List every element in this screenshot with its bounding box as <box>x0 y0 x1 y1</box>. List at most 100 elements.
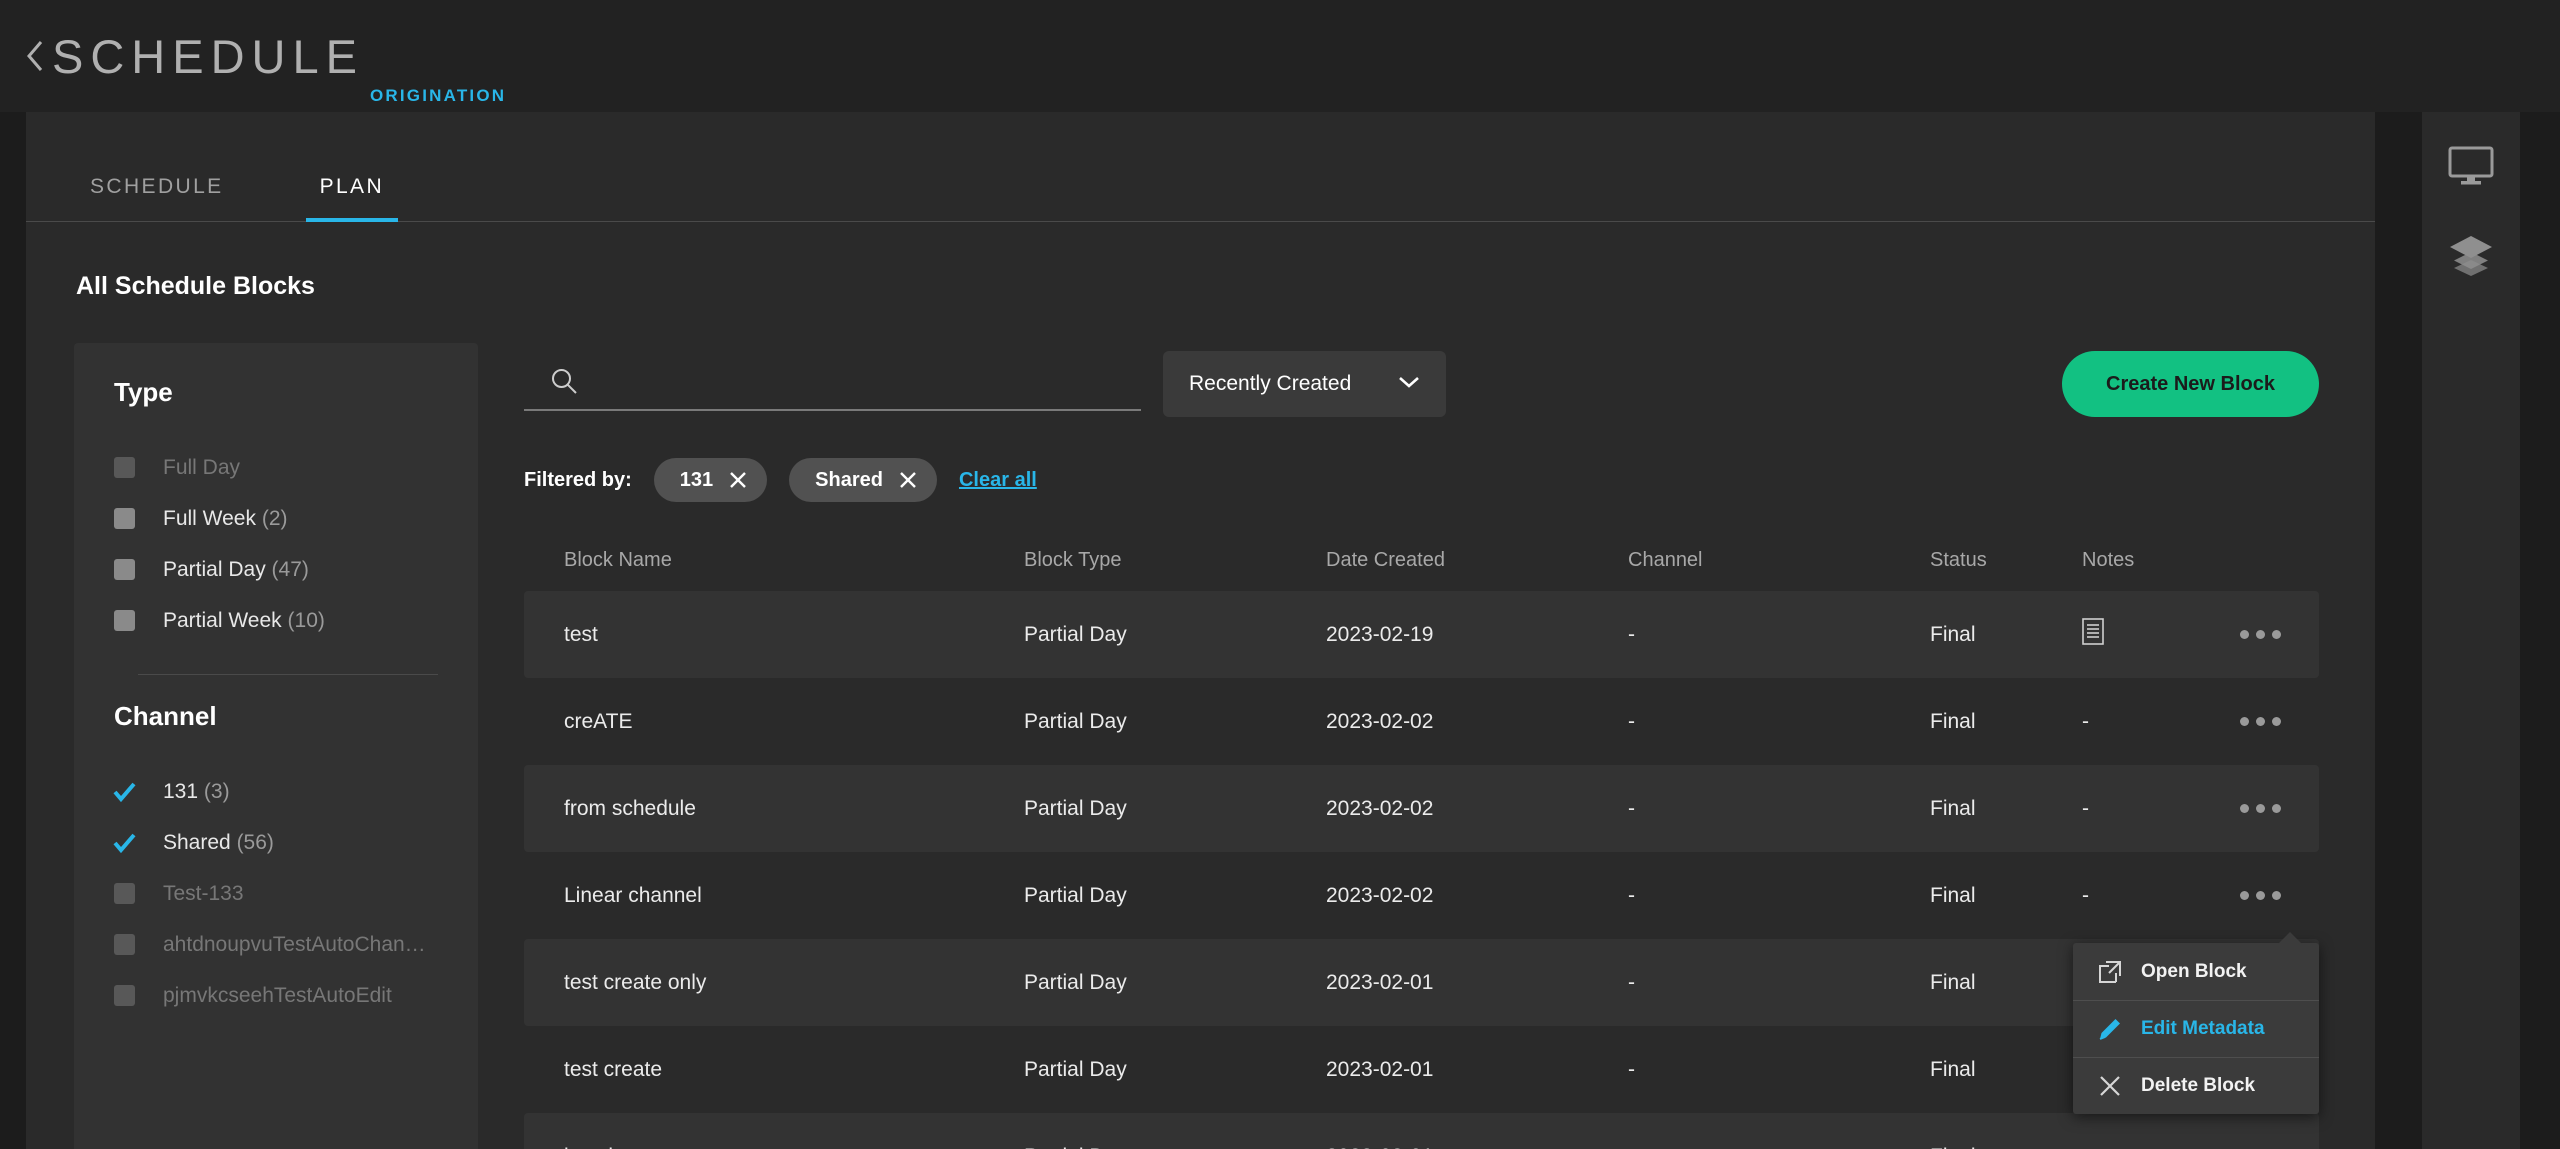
filtered-by-label: Filtered by: <box>524 468 632 491</box>
checkbox-test-133[interactable] <box>114 883 135 904</box>
create-new-block-button[interactable]: Create New Block <box>2062 351 2319 417</box>
cell-block-name: Linear channel <box>564 883 702 907</box>
context-menu-label: Open Block <box>2141 960 2247 982</box>
cell-block-name: from schedule <box>564 796 696 820</box>
sort-dropdown[interactable]: Recently Created <box>1163 351 1446 417</box>
checkbox-shared[interactable] <box>113 832 136 854</box>
facet-item-full-day[interactable]: Full Day <box>74 442 478 493</box>
cell-notes: - <box>2082 709 2089 733</box>
cell-block-type: Partial Day <box>1024 1145 1326 1149</box>
facet-label-shared: Shared (56) <box>163 830 274 854</box>
checkbox-partial-week[interactable] <box>114 610 135 631</box>
cell-date-created: 2023-02-01 <box>1326 970 1434 994</box>
table-row[interactable]: test Partial Day 2023-02-19 - Final <box>524 591 2319 678</box>
chevron-down-icon <box>1398 375 1420 394</box>
facet-item-shared[interactable]: Shared (56) <box>74 817 478 868</box>
facet-label-full-day: Full Day <box>163 455 241 479</box>
cell-status: Final <box>1930 1057 1976 1081</box>
checkbox-131[interactable] <box>113 781 136 803</box>
cell-status: Final <box>1930 1145 2082 1149</box>
filter-chip-shared[interactable]: Shared <box>789 458 937 502</box>
tab-plan[interactable]: PLAN <box>305 175 399 222</box>
facet-label-full-week: Full Week (2) <box>163 506 288 530</box>
cell-block-name: last time <box>564 1145 1024 1149</box>
layers-icon[interactable] <box>2448 234 2494 276</box>
cell-date-created: 2023-02-02 <box>1326 883 1434 907</box>
cell-block-type: Partial Day <box>1024 883 1127 907</box>
column-header-notes: Notes <box>2082 548 2135 571</box>
table-row[interactable]: Linear channel Partial Day 2023-02-02 - … <box>524 852 2319 939</box>
row-actions <box>2230 804 2319 813</box>
facet-group-type-title: Type <box>114 377 173 407</box>
row-menu-button[interactable] <box>2240 891 2281 900</box>
cell-channel: - <box>1628 883 1635 907</box>
cell-date-created: 2023-02-01 <box>1326 1145 1628 1149</box>
filter-chip-label: 131 <box>679 468 714 491</box>
facet-label-partial-week: Partial Week (10) <box>163 608 325 632</box>
cell-notes: - <box>2082 1145 2230 1149</box>
open-external-icon <box>2093 959 2127 985</box>
checkbox-pjmvkcseeh[interactable] <box>114 985 135 1006</box>
close-x-icon[interactable] <box>729 471 747 489</box>
cell-block-name: test create <box>564 1057 663 1081</box>
facet-item-full-week[interactable]: Full Week (2) <box>74 493 478 544</box>
close-x-icon[interactable] <box>899 471 917 489</box>
row-menu-button[interactable] <box>2240 804 2281 813</box>
note-icon[interactable] <box>2082 618 2104 651</box>
facet-item-pjmvkcseeh[interactable]: pjmvkcseehTestAutoEdit <box>74 970 478 1021</box>
cell-block-type: Partial Day <box>1024 1057 1127 1081</box>
facet-item-test-133[interactable]: Test-133 <box>74 868 478 919</box>
facet-label-partial-day: Partial Day (47) <box>163 557 309 581</box>
checkbox-partial-day[interactable] <box>114 559 135 580</box>
context-menu-item-delete-block[interactable]: Delete Block <box>2073 1057 2319 1114</box>
search-input[interactable] <box>578 369 1141 393</box>
facet-label-ahtdnoupvu: ahtdnoupvuTestAutoChan… <box>163 932 426 956</box>
table-row[interactable]: last time Partial Day 2023-02-01 - Final… <box>524 1113 2319 1149</box>
cell-block-type: Partial Day <box>1024 970 1127 994</box>
row-menu-button[interactable] <box>2240 717 2281 726</box>
column-header-block-name: Block Name <box>564 548 672 571</box>
cell-block-type: Partial Day <box>1024 622 1127 646</box>
sort-dropdown-label: Recently Created <box>1189 372 1352 395</box>
facet-item-ahtdnoupvu[interactable]: ahtdnoupvuTestAutoChan… <box>74 919 478 970</box>
checkbox-full-week[interactable] <box>114 508 135 529</box>
cell-status: Final <box>1930 883 1976 907</box>
facet-item-partial-day[interactable]: Partial Day (47) <box>74 544 478 595</box>
app-subtitle: ORIGINATION <box>369 86 507 105</box>
column-header-block-type: Block Type <box>1024 548 1122 571</box>
cell-date-created: 2023-02-02 <box>1326 709 1434 733</box>
table-row[interactable]: test create only Partial Day 2023-02-01 … <box>524 939 2319 1026</box>
context-menu-item-edit-metadata[interactable]: Edit Metadata <box>2073 1000 2319 1057</box>
column-header-date-created: Date Created <box>1326 548 1445 571</box>
checkbox-full-day[interactable] <box>114 457 135 478</box>
table-row[interactable]: creATE Partial Day 2023-02-02 - Final - <box>524 678 2319 765</box>
search-field[interactable] <box>524 357 1141 411</box>
table-header: Block Name Block Type Date Created Chann… <box>524 529 2319 591</box>
filter-chip-131[interactable]: 131 <box>653 458 768 502</box>
monitor-icon[interactable] <box>2448 146 2494 186</box>
cell-block-name: creATE <box>564 709 633 733</box>
row-menu-button[interactable] <box>2240 630 2281 639</box>
right-rail <box>2422 112 2520 1149</box>
cell-status: Final <box>1930 970 1976 994</box>
facet-item-partial-week[interactable]: Partial Week (10) <box>74 595 478 646</box>
facet-label-test-133: Test-133 <box>163 881 244 905</box>
close-x-icon <box>2093 1073 2127 1099</box>
column-header-status: Status <box>1930 548 1987 571</box>
cell-date-created: 2023-02-01 <box>1326 1057 1434 1081</box>
clear-all-link[interactable]: Clear all <box>959 469 1037 492</box>
checkbox-ahtdnoupvu[interactable] <box>114 934 135 955</box>
facet-item-131[interactable]: 131 (3) <box>74 766 478 817</box>
cell-notes: - <box>2082 883 2089 907</box>
page-shell: SCHEDULE PLAN All Schedule Blocks Type F… <box>0 112 2560 1149</box>
cell-channel: - <box>1628 622 1635 646</box>
table-row[interactable]: from schedule Partial Day 2023-02-02 - F… <box>524 765 2319 852</box>
cell-date-created: 2023-02-02 <box>1326 796 1434 820</box>
table-body: test Partial Day 2023-02-19 - Final creA… <box>524 591 2319 1149</box>
table-row[interactable]: test create Partial Day 2023-02-01 - Fin… <box>524 1026 2319 1113</box>
context-menu-item-open-block[interactable]: Open Block <box>2073 943 2319 1000</box>
tab-schedule[interactable]: SCHEDULE <box>76 175 238 221</box>
search-icon <box>550 367 578 395</box>
back-button[interactable] <box>22 36 48 76</box>
filter-chip-label: Shared <box>815 468 883 491</box>
